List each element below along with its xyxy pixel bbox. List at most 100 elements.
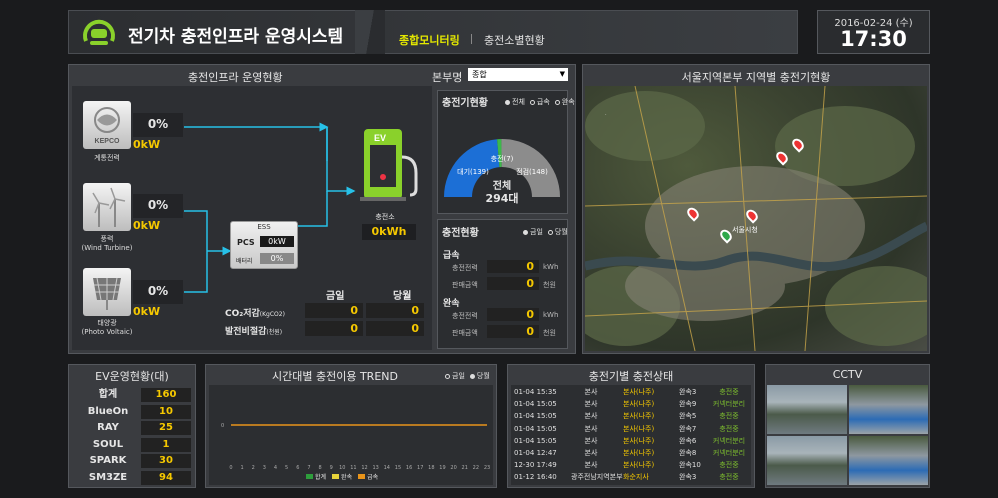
ev-model-label: RAY: [97, 422, 119, 433]
ev-ops-title: EV운영현황(대): [95, 370, 169, 383]
summary-co2-today: 0: [305, 303, 363, 318]
fast-power-value: 0: [487, 260, 539, 273]
slow-sales-unit: 천원: [543, 329, 556, 337]
legend-swatch: [306, 474, 313, 479]
trend-chart: 0 0 1 2 3 4 5 6 7 8 9 10 11 12 13 14 15 16 17 18 19 20 21 22 23: [221, 423, 490, 471]
trend-x-tick: 23: [484, 465, 490, 471]
ess-pcs-value: 0kW: [260, 236, 294, 247]
cctv-feed-3[interactable]: [767, 436, 847, 485]
ev-model-label: SM3ZE: [88, 471, 128, 483]
slow-power-label: 충전전력: [452, 312, 478, 320]
trend-series-legend: 합계 완속 급속: [300, 472, 378, 481]
trend-x-tick: 22: [473, 465, 479, 471]
charger-status-legend: 전체 급속 완속: [500, 97, 575, 107]
legend-swatch: [332, 474, 340, 479]
trend-x-tick: 20: [450, 465, 456, 471]
trend-x-tick: 8: [318, 465, 321, 471]
ess-pcs-label: PCS: [237, 238, 255, 247]
chevron-down-icon: ▼: [559, 70, 565, 78]
trend-x-tick: 6: [296, 465, 299, 471]
ev-model-label: 합계: [98, 389, 118, 400]
fast-sales-unit: 천원: [543, 281, 556, 289]
header-tab-divider: [355, 10, 385, 54]
fast-sales-value: 0: [487, 277, 539, 290]
cctv-feed-1[interactable]: [767, 385, 847, 434]
cctv-feed-2[interactable]: [848, 385, 928, 434]
charger-status-title: 충전기현황: [442, 98, 488, 109]
svg-text:EV: EV: [374, 133, 386, 143]
summary-co2-month: 0: [366, 303, 424, 318]
summary-col-month: 당월: [393, 291, 412, 302]
trend-x-tick: 14: [384, 465, 390, 471]
cctv-grid: [767, 385, 928, 485]
ev-model-label: SOUL: [92, 438, 124, 450]
trend-x-tick: 5: [285, 465, 288, 471]
infra-title: 충전인프라 운영현황: [188, 71, 283, 84]
ess-label: ESS: [257, 223, 271, 231]
charging-now-legend: 금일 당월: [518, 227, 568, 237]
ess-battery-value: 0%: [260, 253, 294, 264]
clock-time: 17:30: [840, 27, 907, 51]
summary-col-today: 금일: [326, 291, 345, 302]
slow-sales-label: 판매금액: [452, 329, 478, 337]
ev-model-count: 94: [141, 470, 191, 485]
svg-text:대기(139): 대기(139): [457, 167, 489, 176]
trend-x-tick: 7: [307, 465, 310, 471]
charger-state-table: 01-04 15:35 본사 본사(나주) 완속3 충전중 01-04 15:05 본사 본사…: [511, 385, 751, 485]
state-cell-unit: 완속3: [679, 473, 697, 482]
trend-x-tick: 1: [241, 465, 244, 471]
ess-battery-label: 배터리: [236, 258, 253, 265]
map-title: 서울지역본부 지역별 충전기현황: [681, 71, 831, 84]
tab-stations[interactable]: 충전소별현황: [484, 32, 545, 48]
trend-x-tick: 11: [350, 465, 356, 471]
ev-model-label: SPARK: [89, 455, 127, 466]
state-cell-org: 광주전남지역본부: [571, 473, 623, 482]
tab-separator: [471, 34, 472, 44]
cctv-feed-4[interactable]: [848, 436, 928, 485]
trend-x-tick: 13: [373, 465, 379, 471]
satellite-map[interactable]: · 서울시청: [585, 86, 927, 351]
trend-x-tick: 19: [439, 465, 445, 471]
trend-x-tick: 4: [274, 465, 277, 471]
app-title: 전기차 충전인프라 운영시스템: [128, 27, 344, 47]
logo-icon: [80, 15, 118, 49]
ev-model-count: 160: [141, 388, 191, 402]
ev-model-count: 30: [141, 454, 191, 468]
legend-label: 급속: [367, 474, 379, 481]
trend-x-tick: 3: [263, 465, 266, 471]
ev-charger-icon: EV: [360, 127, 422, 203]
trend-x-tick: 17: [417, 465, 423, 471]
state-cell-status: 충전중: [719, 473, 739, 482]
trend-x-tick: 9: [330, 465, 333, 471]
charger-state-title: 충전기별 충전상태: [588, 370, 674, 383]
cctv-title: CCTV: [832, 368, 863, 381]
ev-model-count: 25: [141, 421, 191, 435]
branch-select-value: 종합: [472, 70, 487, 79]
svg-text:충전(7): 충전(7): [491, 154, 514, 163]
trend-x-tick: 0: [229, 465, 232, 471]
station-label: 충전소: [375, 213, 395, 221]
trend-title: 시간대별 충전이용 TREND: [272, 370, 398, 383]
charger-state-row[interactable]: 01-12 16:40 광주전남지역본부 화순지사 완속3 충전중: [511, 470, 751, 484]
trend-x-tick: 16: [406, 465, 412, 471]
legend-label: 완속: [341, 474, 353, 481]
trend-x-tick: 15: [395, 465, 401, 471]
fast-title: 급속: [443, 251, 460, 261]
slow-power-value: 0: [487, 308, 539, 321]
slow-power-unit: kWh: [543, 311, 559, 319]
trend-x-tick: 18: [428, 465, 434, 471]
fast-sales-label: 판매금액: [452, 281, 478, 289]
gauge-total-value: 294대: [485, 192, 519, 205]
tab-overview[interactable]: 종합모니터링: [399, 32, 460, 48]
svg-text:0: 0: [221, 423, 224, 429]
map-place-label: 서울시청: [732, 226, 758, 234]
fast-power-unit: kWh: [543, 263, 559, 271]
summary-saving-today: 0: [305, 321, 363, 336]
slow-sales-value: 0: [487, 325, 539, 338]
slow-title: 완속: [443, 299, 460, 309]
legend-label: 합계: [315, 474, 327, 481]
branch-select[interactable]: 종합 ▼: [468, 68, 568, 81]
trend-legend: 금일 당월: [440, 371, 490, 381]
fast-power-label: 충전전력: [452, 264, 478, 272]
svg-text:점검(148): 점검(148): [516, 168, 548, 176]
